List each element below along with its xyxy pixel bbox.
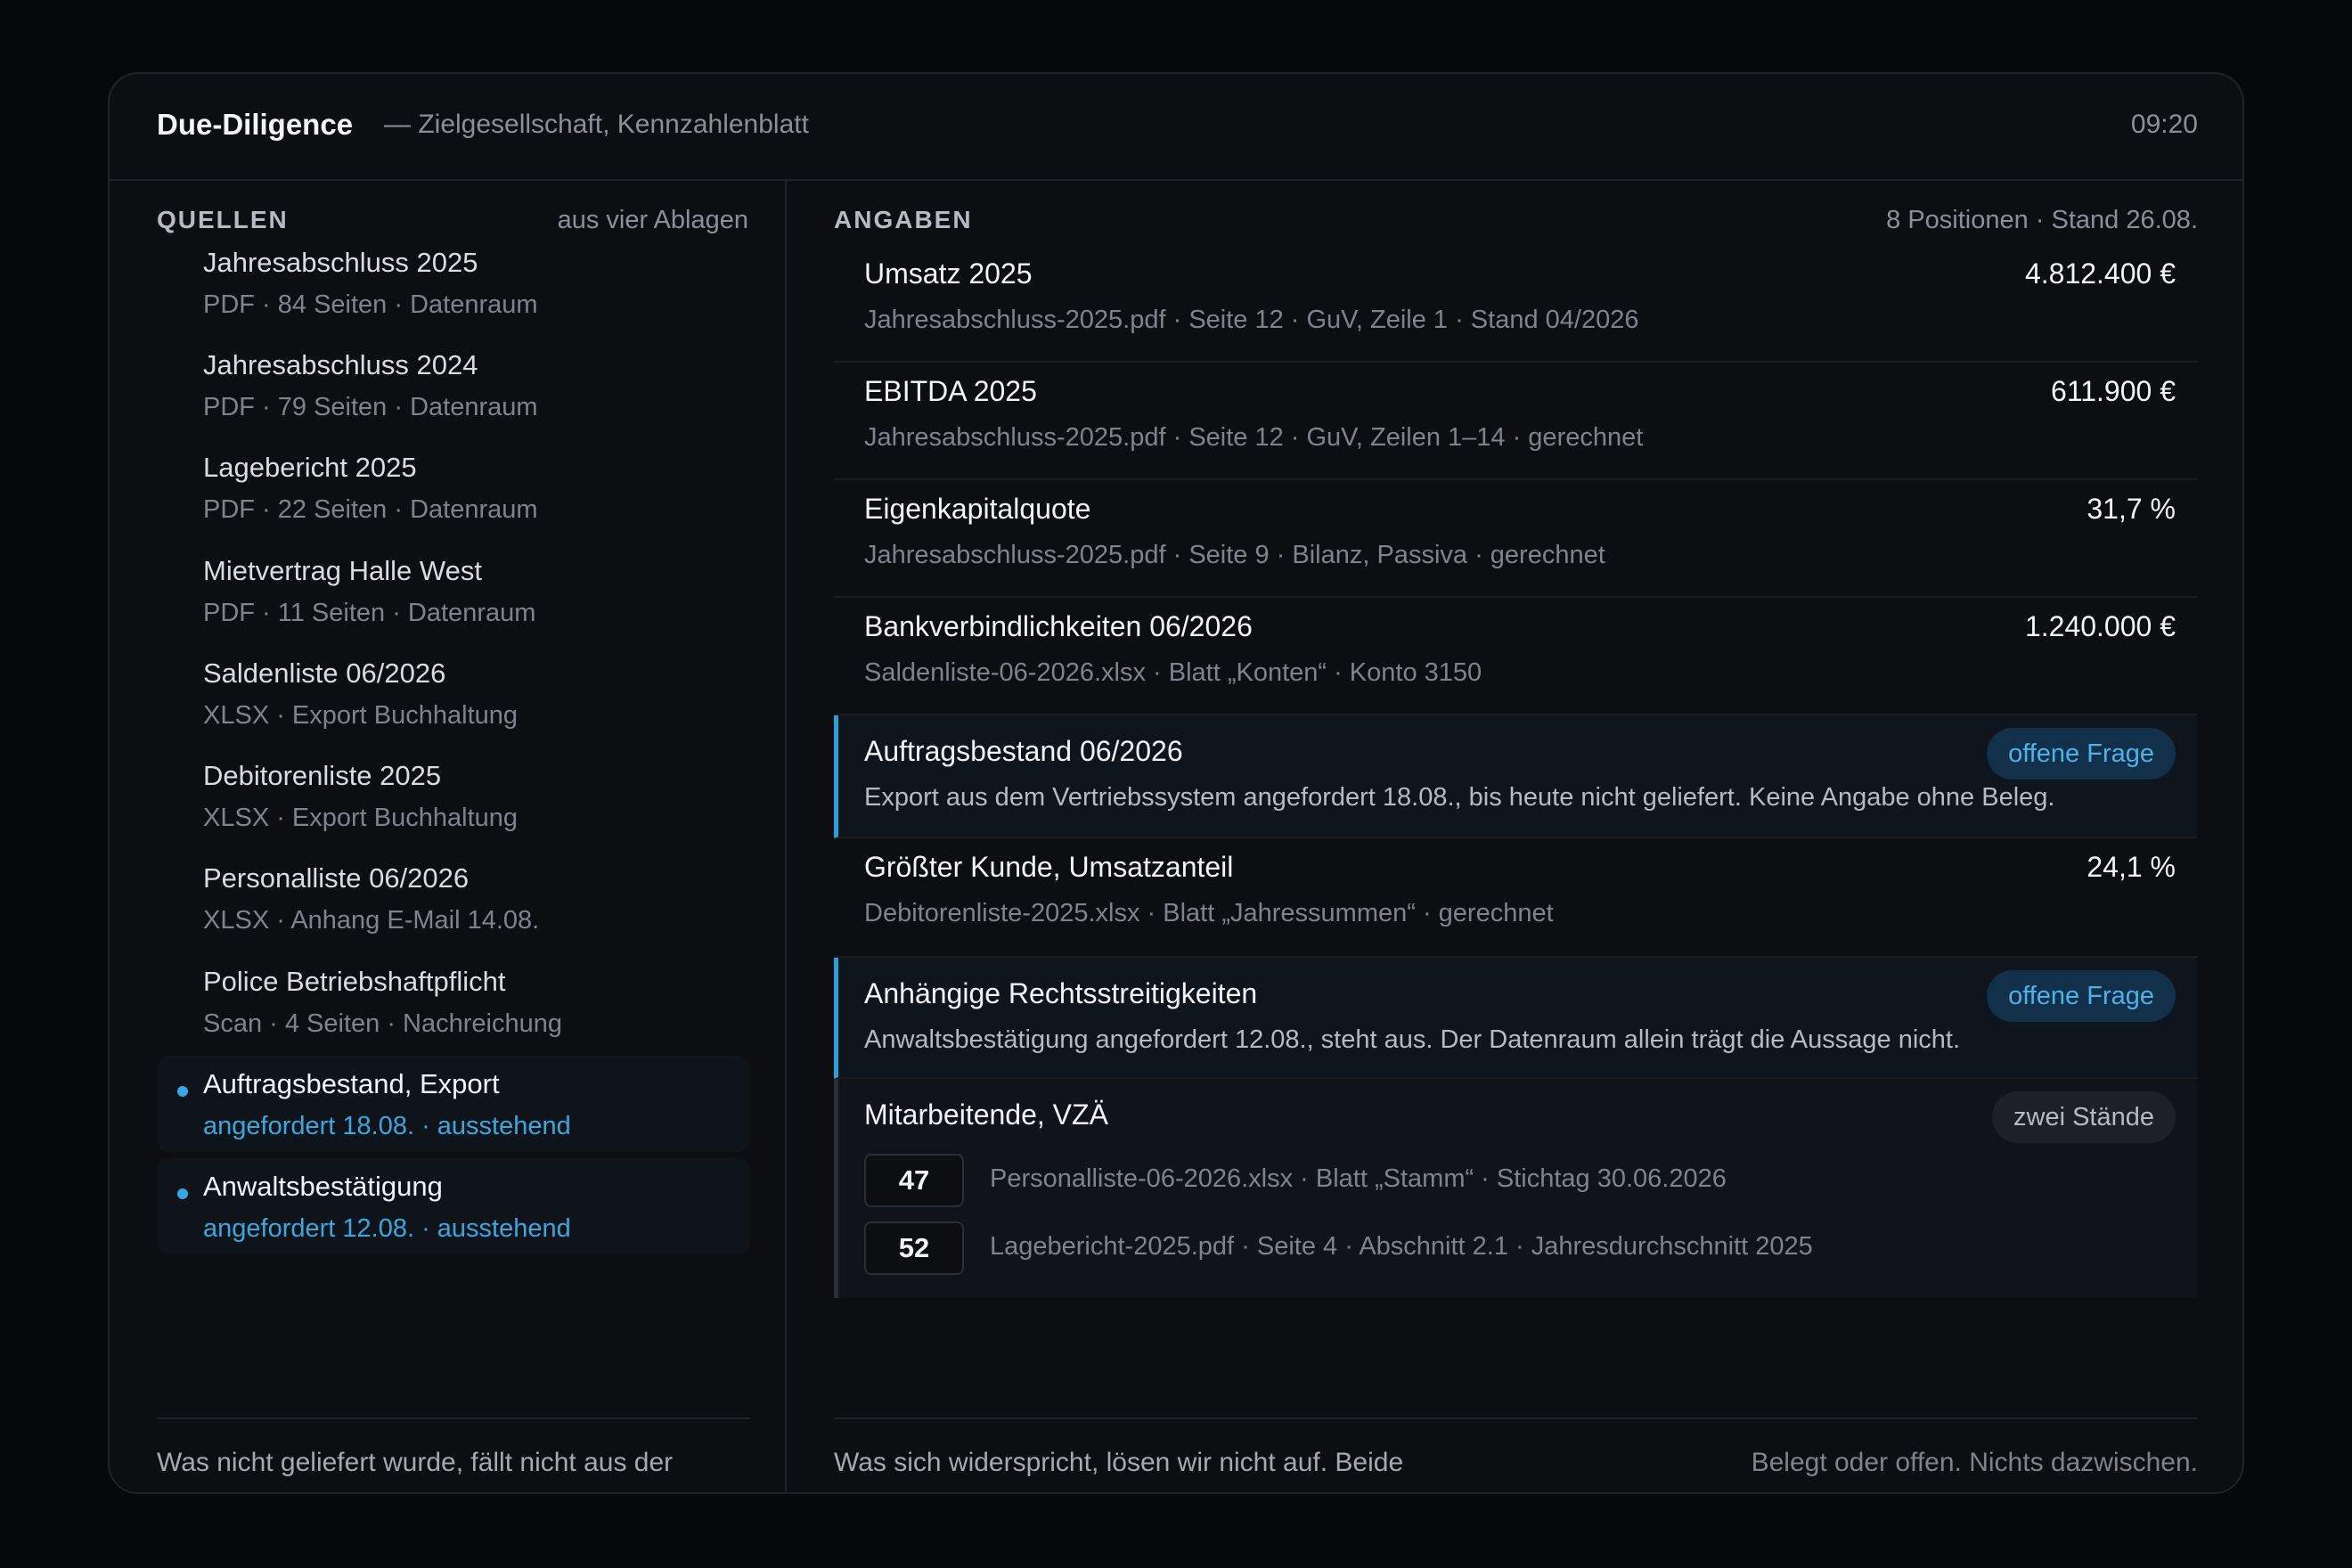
- entry-row[interactable]: Eigenkapitalquote 31,7 % Jahresabschluss…: [834, 480, 2197, 598]
- open-question-badge[interactable]: offene Frage: [1987, 970, 2176, 1022]
- sources-panel: QUELLEN aus vier Ablagen Jahresabschluss…: [110, 181, 787, 1492]
- page-title: Due-Diligence: [157, 108, 354, 141]
- page-subtitle: — Zielgesellschaft, Kennzahlenblatt: [384, 110, 809, 139]
- source-name: Debitorenliste 2025: [203, 760, 442, 791]
- source-name: Personalliste 06/2026: [203, 862, 470, 894]
- divider: [834, 1417, 2197, 1419]
- entry-row-conflicting[interactable]: Mitarbeitende, VZÄ zwei Stände 47 Person…: [834, 1079, 2197, 1298]
- source-meta: PDF · 79 Seiten · Datenraum: [203, 393, 538, 421]
- entry-row[interactable]: Umsatz 2025 4.812.400 € Jahresabschluss-…: [834, 245, 2197, 363]
- two-states-badge[interactable]: zwei Stände: [1992, 1091, 2176, 1143]
- entry-source: Jahresabschluss-2025.pdf · Seite 12 · Gu…: [864, 306, 1639, 334]
- entries-subheading: 8 Positionen · Stand 26.08.: [1886, 206, 2198, 234]
- source-name: Auftragsbestand, Export: [203, 1068, 500, 1099]
- source-name: Jahresabschluss 2025: [203, 247, 478, 278]
- footer-line: Was nicht geliefert wurde, fällt nicht a…: [157, 1448, 674, 1477]
- divider: [157, 1417, 750, 1419]
- entries-heading: ANGABEN: [834, 206, 973, 233]
- entry-note: Anwaltsbestätigung angefordert 12.08., s…: [864, 1025, 1961, 1054]
- pending-source-item[interactable]: Auftragsbestand, Export angefordert 18.0…: [157, 1056, 750, 1152]
- title-bar: Due-Diligence — Zielgesellschaft, Kennza…: [110, 74, 2242, 181]
- source-meta: angefordert 18.08. · ausstehend: [203, 1112, 571, 1140]
- entry-row[interactable]: EBITDA 2025 611.900 € Jahresabschluss-20…: [834, 363, 2197, 480]
- source-meta: PDF · 84 Seiten · Datenraum: [203, 290, 538, 319]
- sources-footer-note: Was nicht geliefert wurde, fällt nicht a…: [157, 1442, 674, 1492]
- entry-source: Lagebericht-2025.pdf · Seite 4 · Abschni…: [990, 1232, 1813, 1261]
- entry-note: Export aus dem Vertriebssystem angeforde…: [864, 783, 2055, 812]
- entries-footer-note: Was sich widerspricht, lösen wir nicht a…: [834, 1442, 1474, 1492]
- entry-label: Größter Kunde, Umsatzanteil: [864, 851, 1234, 883]
- source-item[interactable]: Lagebericht 2025 PDF · 22 Seiten · Daten…: [157, 448, 750, 544]
- entry-label: EBITDA 2025: [864, 375, 1037, 407]
- pending-dot-icon: [177, 1086, 188, 1097]
- source-item[interactable]: Police Betriebshaftpflicht Scan · 4 Seit…: [157, 962, 750, 1058]
- source-name: Mietvertrag Halle West: [203, 555, 482, 586]
- footer-line: Was sich widerspricht, lösen wir nicht a…: [834, 1448, 1404, 1477]
- window: Due-Diligence — Zielgesellschaft, Kennza…: [108, 72, 2244, 1494]
- entry-label: Bankverbindlichkeiten 06/2026: [864, 610, 1253, 642]
- entry-value: 611.900 €: [2051, 375, 2176, 407]
- source-meta: Scan · 4 Seiten · Nachreichung: [203, 1009, 562, 1038]
- footer-line: Stände bleiben stehen — mit Datei, Stell…: [834, 1483, 1474, 1492]
- entry-source: Saldenliste-06-2026.xlsx · Blatt „Konten…: [864, 658, 1482, 687]
- source-meta: PDF · 11 Seiten · Datenraum: [203, 599, 536, 627]
- source-meta: XLSX · Export Buchhaltung: [203, 701, 519, 730]
- source-item[interactable]: Jahresabschluss 2024 PDF · 79 Seiten · D…: [157, 346, 750, 442]
- entry-label: Auftragsbestand 06/2026: [864, 735, 1183, 767]
- footer-line: Liste — es steht als Lücke drin.: [157, 1483, 673, 1492]
- source-name: Jahresabschluss 2024: [203, 349, 478, 380]
- entry-label: Eigenkapitalquote: [864, 493, 1091, 525]
- entry-source: Debitorenliste-2025.xlsx · Blatt „Jahres…: [864, 899, 1554, 927]
- entries-footer-tagline: Belegt oder offen. Nichts dazwischen.: [1751, 1448, 2198, 1477]
- value-box: 52: [864, 1221, 964, 1275]
- entry-source: Jahresabschluss-2025.pdf · Seite 12 · Gu…: [864, 423, 1644, 452]
- entry-value: 4.812.400 €: [2024, 257, 2176, 290]
- entry-source: Jahresabschluss-2025.pdf · Seite 9 · Bil…: [864, 541, 1605, 569]
- source-meta: XLSX · Anhang E-Mail 14.08.: [203, 906, 540, 935]
- entry-value: 24,1 %: [2087, 851, 2176, 883]
- open-question-badge[interactable]: offene Frage: [1987, 728, 2176, 780]
- sources-heading: QUELLEN: [157, 206, 289, 233]
- source-meta: XLSX · Export Buchhaltung: [203, 804, 519, 832]
- entry-row[interactable]: Größter Kunde, Umsatzanteil 24,1 % Debit…: [834, 838, 2197, 958]
- clock: 09:20: [2130, 110, 2198, 139]
- entry-source: Personalliste-06-2026.xlsx · Blatt „Stam…: [990, 1164, 1727, 1193]
- source-name: Anwaltsbestätigung: [203, 1171, 443, 1202]
- source-item[interactable]: Saldenliste 06/2026 XLSX · Export Buchha…: [157, 654, 750, 750]
- value-box: 47: [864, 1154, 964, 1207]
- entry-row[interactable]: Bankverbindlichkeiten 06/2026 1.240.000 …: [834, 598, 2197, 715]
- source-item[interactable]: Debitorenliste 2025 XLSX · Export Buchha…: [157, 756, 750, 853]
- source-item[interactable]: Mietvertrag Halle West PDF · 11 Seiten ·…: [157, 551, 750, 648]
- entry-label: Mitarbeitende, VZÄ: [864, 1098, 1108, 1131]
- entry-row-open-question[interactable]: Auftragsbestand 06/2026 offene Frage Exp…: [834, 715, 2197, 838]
- source-name: Lagebericht 2025: [203, 452, 417, 483]
- entry-label: Umsatz 2025: [864, 257, 1033, 290]
- pending-dot-icon: [177, 1188, 188, 1199]
- source-meta: angefordert 12.08. · ausstehend: [203, 1214, 571, 1243]
- sources-subheading: aus vier Ablagen: [557, 206, 748, 234]
- source-meta: PDF · 22 Seiten · Datenraum: [203, 495, 538, 524]
- entry-value: 31,7 %: [2087, 493, 2176, 525]
- source-name: Saldenliste 06/2026: [203, 657, 446, 689]
- entries-panel: ANGABEN 8 Positionen · Stand 26.08. Umsa…: [787, 181, 2242, 1492]
- entry-value: 1.240.000 €: [2024, 610, 2176, 642]
- source-item[interactable]: Jahresabschluss 2025 PDF · 84 Seiten · D…: [157, 243, 750, 339]
- entry-label: Anhängige Rechtsstreitigkeiten: [864, 977, 1258, 1009]
- pending-source-item[interactable]: Anwaltsbestätigung angefordert 12.08. · …: [157, 1158, 750, 1254]
- source-name: Police Betriebshaftpflicht: [203, 966, 506, 997]
- source-item[interactable]: Personalliste 06/2026 XLSX · Anhang E-Ma…: [157, 859, 750, 955]
- entry-row-open-question[interactable]: Anhängige Rechtsstreitigkeiten offene Fr…: [834, 958, 2197, 1079]
